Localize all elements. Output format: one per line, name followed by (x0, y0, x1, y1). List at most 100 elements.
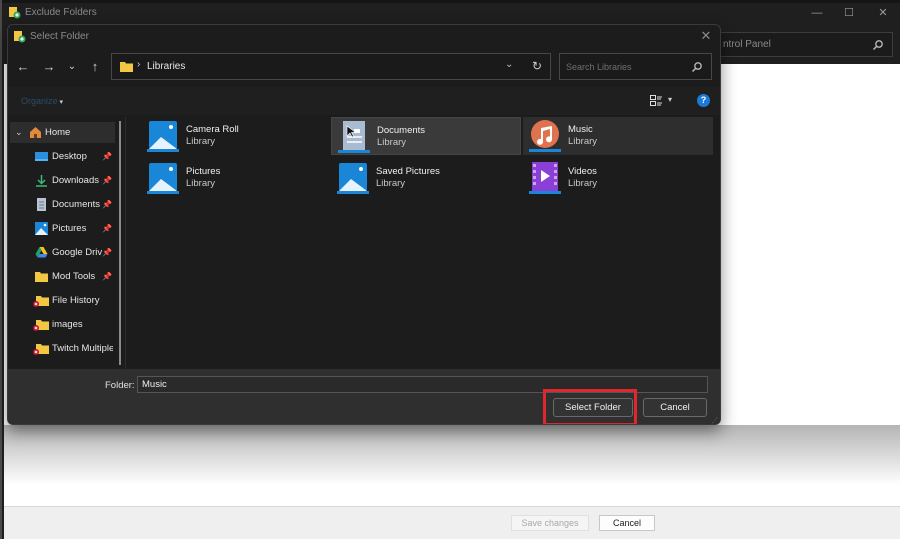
videos-library-icon (529, 162, 561, 194)
pin-icon: 📌 (102, 272, 112, 281)
folder-icon (120, 62, 133, 72)
library-tile-saved-pictures[interactable]: Saved Pictures Library (331, 159, 521, 197)
address-bar[interactable]: › Libraries ⌄ ↻ (111, 53, 551, 80)
sidebar-item-label: Home (45, 127, 71, 138)
breadcrumb-libraries[interactable]: Libraries (147, 61, 185, 72)
parent-footer: Save changes Cancel (4, 506, 900, 539)
sidebar-item-label: images (52, 319, 83, 330)
dialog-title: Select Folder (30, 31, 89, 42)
sidebar-item-google-drive[interactable]: Google Drive 📌 (8, 242, 113, 263)
google-drive-icon (35, 247, 48, 258)
select-folder-button[interactable]: Select Folder (553, 398, 633, 417)
dialog-shadow (4, 425, 900, 485)
library-name: Videos (568, 166, 597, 177)
library-type: Library (186, 178, 216, 189)
folder-error-icon (33, 296, 49, 307)
download-icon (36, 175, 47, 187)
breadcrumb-separator: › (137, 59, 141, 70)
pin-icon: 📌 (102, 248, 112, 257)
library-tile-videos[interactable]: Videos Library (523, 159, 713, 197)
dialog-title-bar: Select Folder ✕ (8, 25, 720, 47)
parent-search-box[interactable]: ntrol Panel (702, 32, 893, 57)
select-folder-dialog: Select Folder ✕ ← → ⌄ ↑ › Libraries ⌄ ↻ … (7, 24, 721, 425)
parent-title-bar: Exclude Folders — ☐ ✕ (2, 3, 900, 23)
library-name: Music (568, 124, 593, 135)
refresh-icon[interactable]: ↻ (532, 59, 542, 73)
expand-chevron-icon[interactable]: ⌄ (15, 122, 23, 143)
sidebar-item-label: Desktop (52, 151, 87, 162)
home-icon (30, 127, 41, 138)
sidebar-item-label: Downloads (52, 175, 99, 186)
sidebar-item-downloads[interactable]: Downloads 📌 (8, 170, 113, 191)
folder-error-icon (33, 344, 49, 355)
sidebar-item-label: Pictures (52, 223, 87, 234)
pin-icon: 📌 (102, 176, 112, 185)
library-name: Camera Roll (186, 124, 239, 135)
navigation-pane: ⌄ Home Desktop 📌 Downloads 📌 Documents 📌… (8, 117, 125, 369)
dialog-close-button[interactable]: ✕ (698, 28, 714, 44)
documents-library-icon (338, 121, 370, 153)
organize-menu[interactable]: Organize ▾ (21, 96, 63, 106)
close-button[interactable]: ✕ (868, 5, 898, 21)
sidebar-item-twitch-multiple[interactable]: Twitch Multiple (8, 338, 113, 359)
parent-search-text: ntrol Panel (723, 39, 771, 50)
folder-error-icon (33, 320, 49, 331)
library-type: Library (568, 178, 598, 189)
library-tile-camera-roll[interactable]: Camera Roll Library (141, 117, 331, 155)
sidebar-item-file-history[interactable]: File History (8, 290, 113, 311)
search-icon (872, 40, 883, 51)
parent-title: Exclude Folders (25, 7, 97, 18)
document-icon (37, 198, 46, 211)
sidebar-item-label: File History (52, 295, 100, 306)
up-button[interactable]: ↑ (86, 58, 104, 76)
address-dropdown-icon[interactable]: ⌄ (505, 59, 513, 70)
library-type: Library (186, 136, 216, 147)
sidebar-scrollbar[interactable] (119, 121, 121, 365)
sidebar-item-label: Documents (52, 199, 101, 210)
sidebar-item-home[interactable]: ⌄ Home (10, 122, 115, 143)
library-name: Pictures (186, 166, 221, 177)
music-library-icon (529, 120, 561, 152)
search-libraries-input[interactable]: Search Libraries (559, 53, 712, 80)
help-icon[interactable]: ? (697, 94, 710, 107)
library-type: Library (377, 137, 407, 148)
search-icon (691, 62, 702, 73)
cancel-button[interactable]: Cancel (643, 398, 707, 417)
back-button[interactable]: ← (14, 58, 32, 76)
recent-locations-button[interactable]: ⌄ (63, 58, 81, 76)
sidebar-item-documents[interactable]: Documents 📌 (8, 194, 113, 215)
pictures-library-icon (337, 163, 369, 194)
pictures-library-icon (147, 121, 179, 152)
sidebar-item-mod-tools[interactable]: Mod Tools 📌 (8, 266, 113, 287)
sidebar-item-label: Google Drive (52, 247, 102, 258)
library-list: Camera Roll Library Documents Library Mu… (126, 117, 720, 369)
save-changes-button[interactable]: Save changes (511, 515, 589, 531)
library-name: Saved Pictures (376, 166, 440, 177)
library-tile-documents[interactable]: Documents Library (331, 117, 521, 155)
resize-grip-icon[interactable]: ⋰ (712, 417, 718, 424)
maximize-button[interactable]: ☐ (834, 5, 864, 21)
parent-cancel-button[interactable]: Cancel (599, 515, 655, 531)
pictures-icon (35, 222, 48, 235)
organize-caret-icon: ▾ (59, 99, 64, 106)
sidebar-item-images[interactable]: images (8, 314, 113, 335)
minimize-button[interactable]: — (802, 5, 832, 21)
view-dropdown-icon[interactable]: ▾ (668, 95, 672, 104)
library-name: Documents (377, 125, 426, 136)
library-type: Library (568, 136, 598, 147)
pin-icon: 📌 (102, 152, 112, 161)
desktop-icon (35, 152, 48, 161)
pin-icon: 📌 (102, 200, 112, 209)
sidebar-item-desktop[interactable]: Desktop 📌 (8, 146, 113, 167)
search-placeholder: Search Libraries (566, 62, 632, 72)
sidebar-item-pictures[interactable]: Pictures 📌 (8, 218, 113, 239)
pictures-library-icon (147, 163, 179, 194)
forward-button[interactable]: → (40, 58, 58, 76)
pin-icon: 📌 (102, 224, 112, 233)
library-tile-music[interactable]: Music Library (523, 117, 713, 155)
view-options-icon[interactable] (650, 95, 662, 106)
library-tile-pictures[interactable]: Pictures Library (141, 159, 331, 197)
app-icon (9, 7, 21, 19)
sidebar-item-label: Twitch Multiple (52, 343, 113, 354)
command-bar: Organize ▾ ▾ ? (8, 87, 720, 115)
